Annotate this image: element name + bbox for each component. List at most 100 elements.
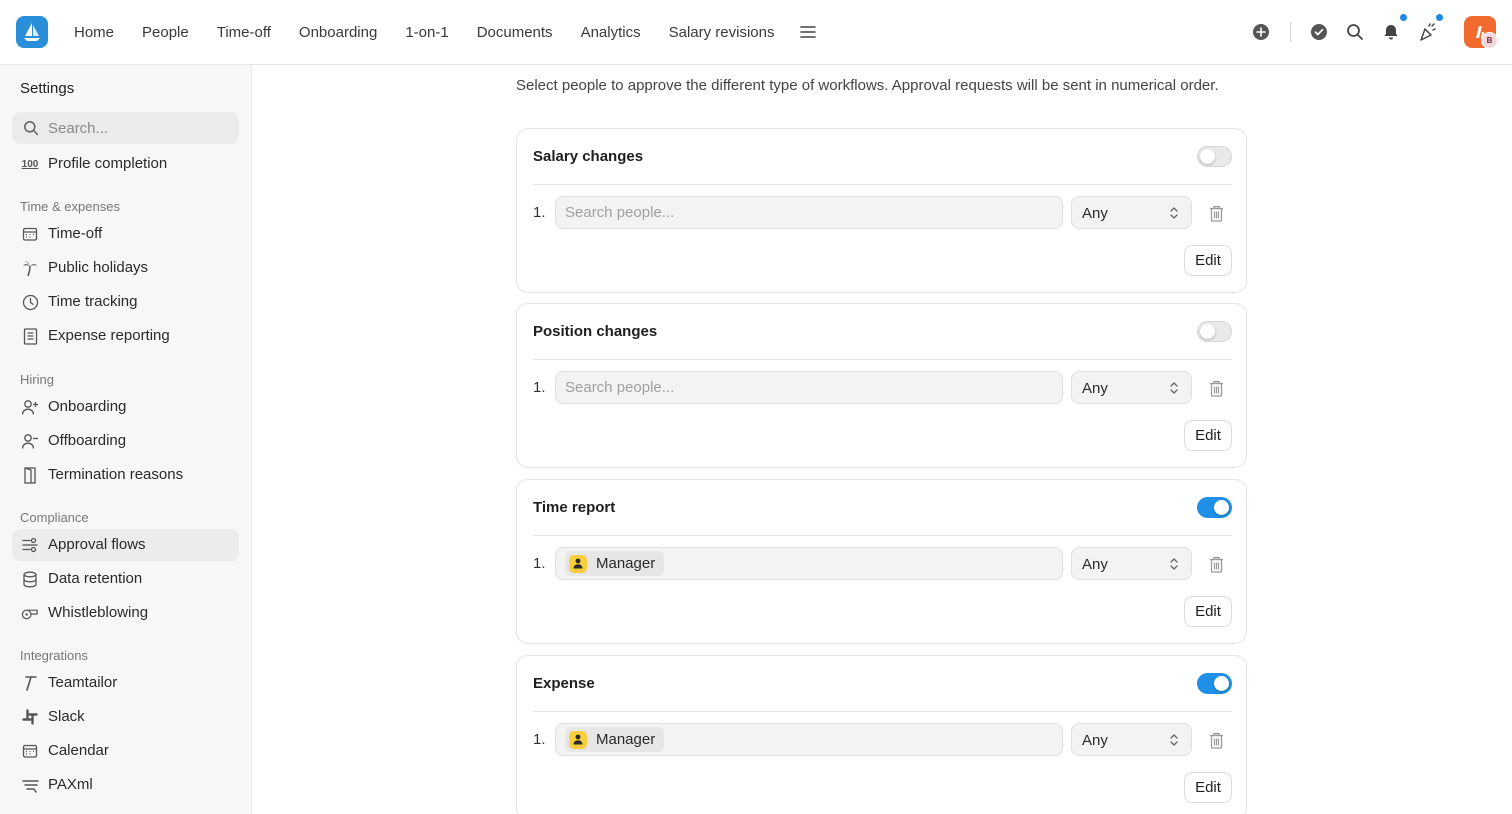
nav-onboarding[interactable]: Onboarding — [285, 24, 391, 41]
sidebar-item-termination-reasons[interactable]: Termination reasons — [12, 459, 239, 491]
card-divider — [533, 184, 1232, 185]
approver-chip[interactable]: Manager — [565, 551, 665, 576]
calendar-icon — [21, 225, 39, 243]
sidebar-item-slack[interactable]: Slack — [12, 701, 239, 733]
people-search-input[interactable] — [565, 204, 1045, 221]
people-search-field[interactable]: Manager — [555, 547, 1063, 580]
nav-salary-revisions[interactable]: Salary revisions — [655, 24, 789, 41]
search-icon[interactable] — [1343, 20, 1367, 44]
edit-button[interactable]: Edit — [1184, 596, 1232, 627]
card-title: Position changes — [533, 323, 658, 340]
main-nav: Home People Time-off Onboarding 1-on-1 D… — [60, 0, 820, 64]
approval-mode-select[interactable]: Any — [1071, 547, 1192, 580]
person-remove-icon — [21, 432, 39, 450]
sidebar-item-offboarding[interactable]: Offboarding — [12, 425, 239, 457]
sidebar-item-public-holidays[interactable]: Public holidays — [12, 252, 239, 284]
sidebar-search-input[interactable] — [48, 119, 228, 137]
approver-order-number: 1. — [533, 731, 546, 748]
people-search-input[interactable] — [565, 379, 1045, 396]
sidebar-item-expense-reporting[interactable]: Expense reporting — [12, 320, 239, 352]
trash-icon[interactable] — [1206, 554, 1226, 574]
card-title: Time report — [533, 499, 616, 516]
trash-icon[interactable] — [1206, 378, 1226, 398]
sidebar-item-label: Offboarding — [48, 432, 127, 449]
people-search-field — [555, 196, 1063, 229]
toggle-knob — [1200, 149, 1215, 164]
celebration-dot — [1435, 13, 1444, 22]
approval-mode-select[interactable]: Any — [1071, 723, 1192, 756]
nav-time-off[interactable]: Time-off — [203, 24, 285, 41]
edit-button[interactable]: Edit — [1184, 420, 1232, 451]
database-icon — [21, 570, 39, 588]
check-circle-icon[interactable] — [1307, 20, 1331, 44]
select-value: Any — [1082, 205, 1108, 222]
sidebar-item-approval-flows[interactable]: Approval flows — [12, 529, 239, 561]
sidebar-item-label: Data retention — [48, 570, 143, 587]
trash-icon[interactable] — [1206, 203, 1226, 223]
paxml-icon — [21, 776, 39, 794]
sidebar-item-whistleblowing[interactable]: Whistleblowing — [12, 597, 239, 629]
people-search-field — [555, 371, 1063, 404]
sidebar-item-label: Profile completion — [48, 155, 168, 172]
sidebar-item-onboarding[interactable]: Onboarding — [12, 391, 239, 423]
sidebar-item-time-off[interactable]: Time-off — [12, 218, 239, 250]
toggle-knob — [1200, 324, 1215, 339]
add-icon[interactable] — [1249, 20, 1273, 44]
nav-home[interactable]: Home — [60, 24, 128, 41]
nav-analytics[interactable]: Analytics — [567, 24, 655, 41]
approver-chip[interactable]: Manager — [565, 727, 665, 752]
sidebar-item-label: Time tracking — [48, 293, 138, 310]
sidebar-item-label: Termination reasons — [48, 466, 184, 483]
hundred-icon: 100 — [21, 155, 39, 173]
hundred-icon-text: 100 — [21, 158, 39, 170]
approver-order-number: 1. — [533, 555, 546, 572]
menu-icon[interactable] — [796, 20, 820, 44]
position-changes-toggle[interactable] — [1197, 321, 1232, 342]
celebration-icon[interactable] — [1416, 20, 1440, 44]
top-bar: Home People Time-off Onboarding 1-on-1 D… — [0, 0, 1512, 65]
salary-changes-toggle[interactable] — [1197, 146, 1232, 167]
workflow-card-position-changes: Position changes 1. Any Edit — [516, 303, 1247, 468]
select-value: Any — [1082, 732, 1108, 749]
approval-mode-select[interactable]: Any — [1071, 196, 1192, 229]
edit-button[interactable]: Edit — [1184, 772, 1232, 803]
select-value: Any — [1082, 556, 1108, 573]
chevron-up-down-icon — [1169, 206, 1179, 225]
card-divider — [533, 359, 1232, 360]
expense-toggle[interactable] — [1197, 673, 1232, 694]
time-report-toggle[interactable] — [1197, 497, 1232, 518]
sidebar-item-teamtailor[interactable]: Teamtailor — [12, 667, 239, 699]
sidebar-item-label: Calendar — [48, 742, 109, 759]
approver-order-number: 1. — [533, 204, 546, 221]
bell-icon[interactable] — [1379, 20, 1403, 44]
sidebar-item-data-retention[interactable]: Data retention — [12, 563, 239, 595]
slack-icon — [21, 708, 39, 726]
sidebar-item-calendar[interactable]: Calendar — [12, 735, 239, 767]
approval-mode-select[interactable]: Any — [1071, 371, 1192, 404]
sidebar-item-label: Public holidays — [48, 259, 149, 276]
nav-1-on-1[interactable]: 1-on-1 — [391, 24, 462, 41]
workflow-card-expense: Expense 1. Manager Any Edit — [516, 655, 1247, 814]
sidebar-item-label: Teamtailor — [48, 674, 118, 691]
chip-label: Manager — [596, 731, 656, 748]
nav-people[interactable]: People — [128, 24, 203, 41]
sidebar-item-label: PAXml — [48, 776, 93, 793]
edit-button[interactable]: Edit — [1184, 245, 1232, 276]
search-icon — [23, 120, 39, 141]
card-title: Expense — [533, 675, 595, 692]
nav-documents[interactable]: Documents — [463, 24, 567, 41]
select-value: Any — [1082, 380, 1108, 397]
trash-icon[interactable] — [1206, 730, 1226, 750]
person-icon — [569, 730, 587, 749]
clock-icon — [21, 293, 39, 311]
sidebar-search — [12, 112, 239, 144]
section-compliance: Compliance — [20, 510, 89, 525]
person-icon — [569, 554, 587, 573]
whistle-icon — [21, 604, 39, 622]
people-search-field[interactable]: Manager — [555, 723, 1063, 756]
app-logo[interactable] — [16, 16, 48, 48]
sidebar-item-paxml[interactable]: PAXml — [12, 769, 239, 801]
sidebar-item-time-tracking[interactable]: Time tracking — [12, 286, 239, 318]
sidebar-item-profile-completion[interactable]: 100 Profile completion — [12, 148, 239, 180]
notification-dot — [1399, 13, 1408, 22]
